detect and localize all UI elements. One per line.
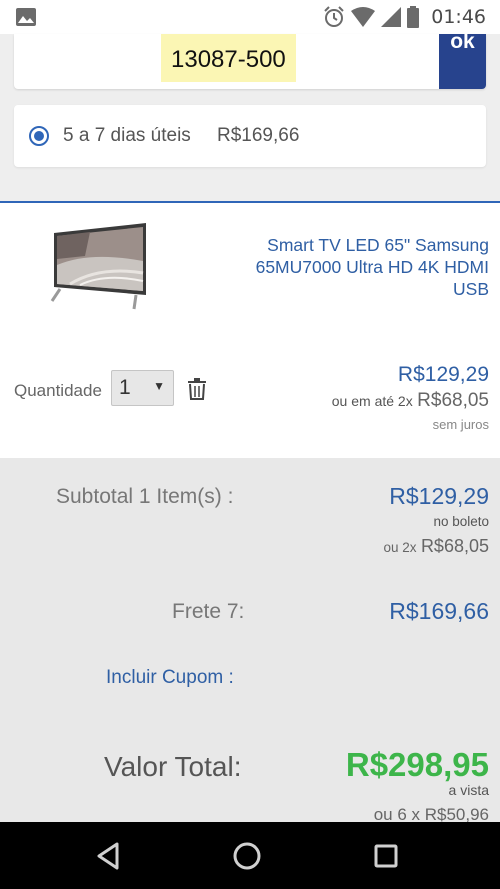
shipping-label: Frete 7: xyxy=(172,600,245,623)
shipping-price: R$169,66 xyxy=(389,598,489,624)
subtotal-price: R$129,29 xyxy=(389,483,489,509)
product-price: R$129,29 xyxy=(397,363,489,386)
quantity-select[interactable]: 1 ▼ xyxy=(111,370,174,406)
order-summary: Subtotal 1 Item(s) : R$129,29 no boleto … xyxy=(0,458,500,824)
cash-label: a vista xyxy=(448,782,489,798)
installment-prefix: ou em até 2x xyxy=(331,393,413,409)
shipping-option-price: R$169,66 xyxy=(217,125,300,146)
product-name[interactable]: Smart TV LED 65" Samsung 65MU7000 Ultra … xyxy=(229,234,489,300)
total-label: Valor Total: xyxy=(104,751,242,782)
quantity-label: Quantidade xyxy=(14,381,102,400)
image-icon xyxy=(16,8,36,26)
cep-value[interactable]: 13087-500 xyxy=(161,34,296,82)
subtotal-installment-prefix: ou 2x xyxy=(383,540,417,555)
cart-item: Smart TV LED 65" Samsung 65MU7000 Ultra … xyxy=(0,201,500,458)
product-image[interactable] xyxy=(50,221,150,313)
alarm-icon xyxy=(324,6,344,27)
wifi-icon xyxy=(351,7,376,27)
boleto-label: no boleto xyxy=(433,514,489,529)
status-bar: 01:46 xyxy=(0,0,500,34)
subtotal-installment: ou 2x R$68,05 xyxy=(383,536,489,557)
trash-icon[interactable] xyxy=(187,378,207,400)
signal-icon xyxy=(381,7,402,27)
back-icon[interactable] xyxy=(88,836,128,876)
installment-value: R$68,05 xyxy=(417,390,489,411)
shipping-option[interactable]: 5 a 7 dias úteis R$169,66 xyxy=(14,105,486,167)
home-icon[interactable] xyxy=(227,836,267,876)
ok-button[interactable]: ok xyxy=(439,31,486,89)
navigation-bar xyxy=(0,822,500,889)
shipping-radio[interactable] xyxy=(29,126,49,146)
total-price: R$298,95 xyxy=(345,746,489,783)
shipping-section: 13087-500 ok 5 a 7 dias úteis R$169,66 xyxy=(0,31,500,201)
quantity-value: 1 xyxy=(119,376,131,399)
subtotal-installment-value: R$68,05 xyxy=(420,536,489,556)
subtotal-label: Subtotal 1 Item(s) : xyxy=(56,485,234,508)
cep-field[interactable]: 13087-500 ok xyxy=(14,31,486,89)
coupon-link[interactable]: Incluir Cupom : xyxy=(106,667,234,689)
dropdown-arrow-icon: ▼ xyxy=(153,379,165,393)
recents-icon[interactable] xyxy=(366,836,406,876)
no-interest-label: sem juros xyxy=(432,417,489,432)
product-installment: ou em até 2x R$68,05 xyxy=(332,390,489,412)
battery-icon xyxy=(407,6,420,28)
status-time: 01:46 xyxy=(431,6,486,28)
shipping-option-label: 5 a 7 dias úteis xyxy=(63,125,191,146)
